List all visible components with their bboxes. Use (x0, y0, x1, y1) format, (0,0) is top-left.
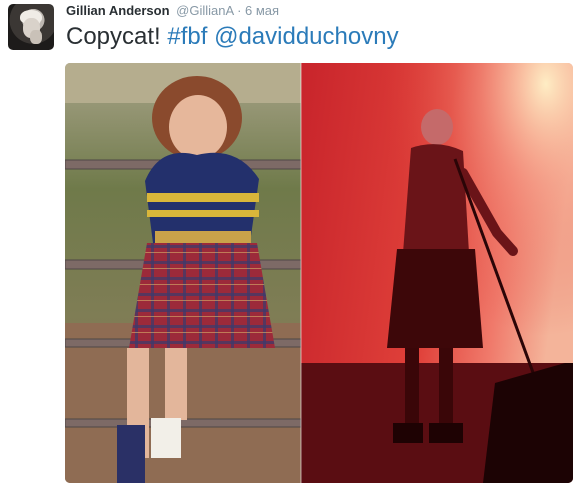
right-photo (301, 63, 573, 483)
tweet-header: Gillian Anderson @GillianA · 6 мая (66, 3, 279, 19)
hashtag-link[interactable]: #fbf (167, 23, 207, 50)
tweet-photo (65, 63, 573, 483)
header-separator: · (237, 3, 242, 18)
tweet-media[interactable] (65, 63, 573, 483)
mention-link[interactable]: @davidduchovny (214, 23, 398, 50)
author-handle[interactable]: @GillianA (176, 3, 233, 18)
author-avatar[interactable] (8, 4, 54, 50)
left-photo (65, 63, 302, 483)
author-name[interactable]: Gillian Anderson (66, 3, 170, 18)
tweet-text: Copycat! #fbf @davidduchovny (66, 21, 399, 53)
tweet[interactable]: Gillian Anderson @GillianA · 6 мая Copyc… (0, 0, 585, 494)
tweet-text-plain: Copycat! (66, 23, 161, 50)
avatar-hand (30, 30, 42, 44)
tweet-timestamp[interactable]: 6 мая (245, 3, 279, 18)
